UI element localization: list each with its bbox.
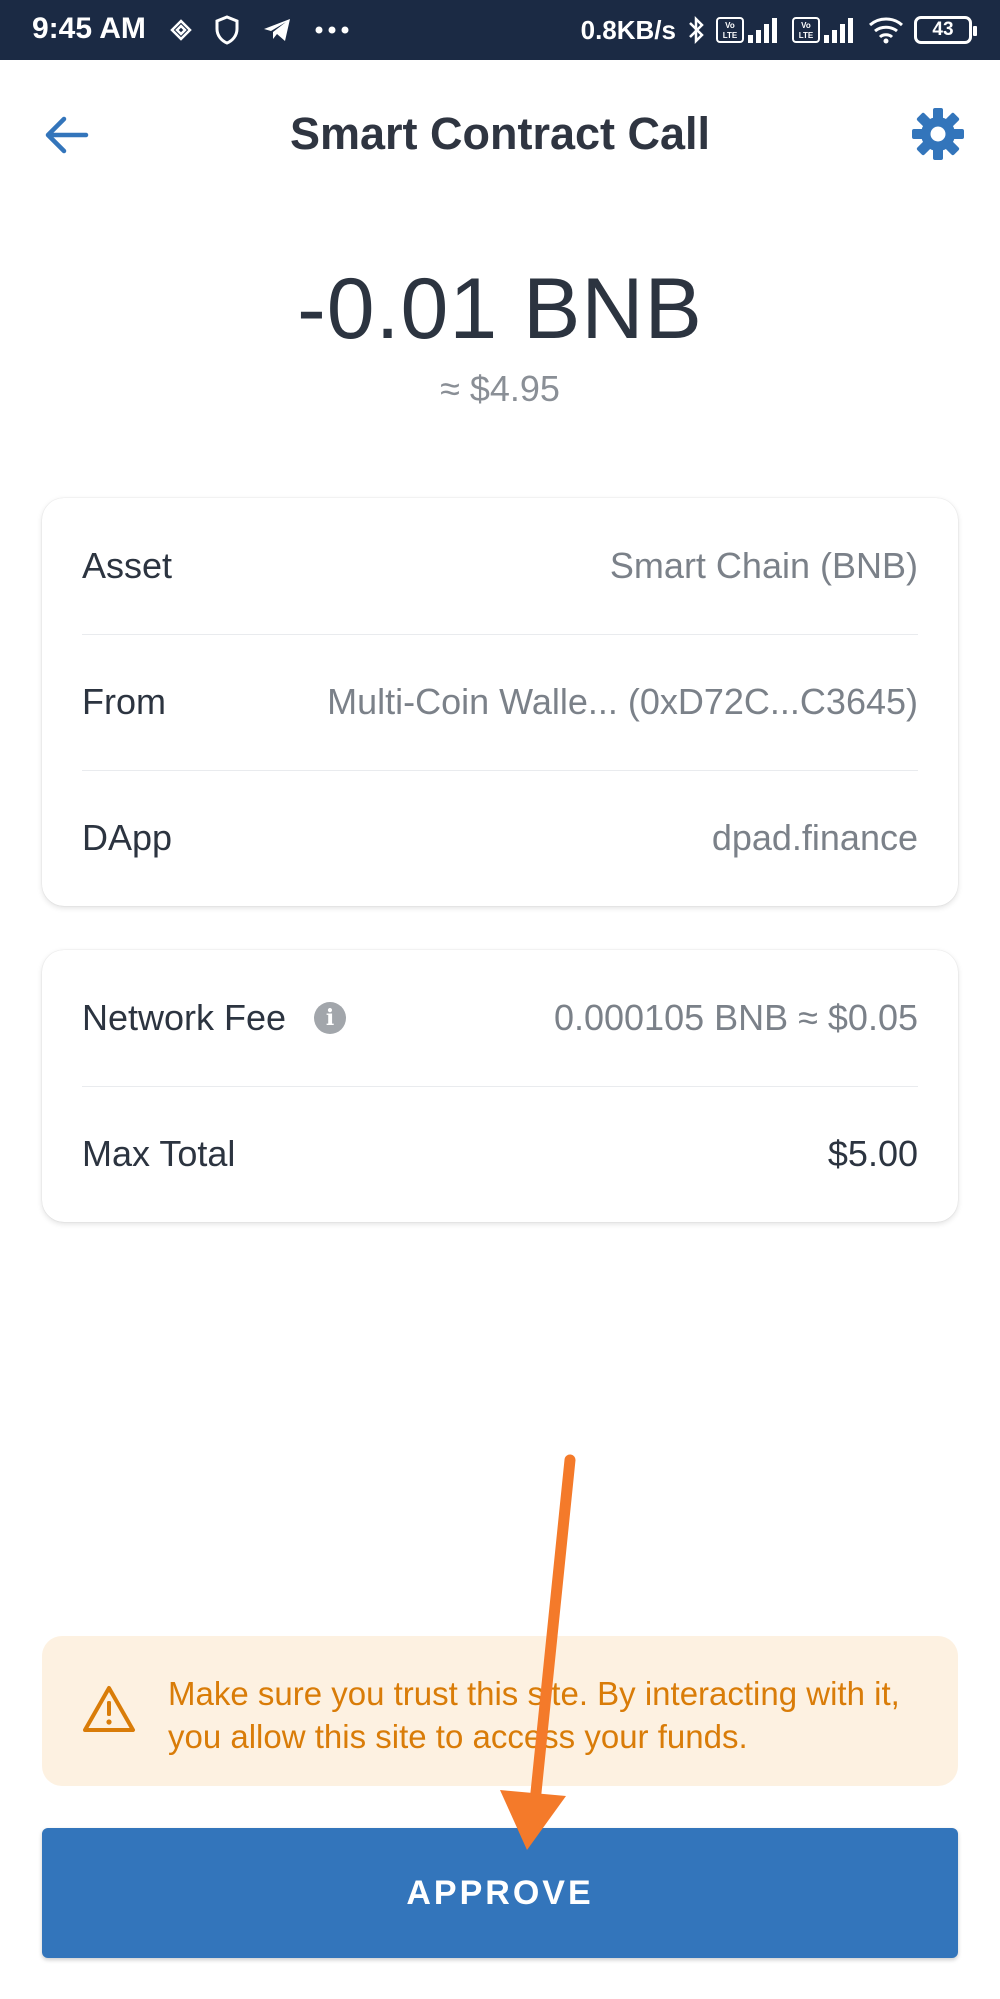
gear-icon[interactable] xyxy=(908,104,968,164)
fee-label: Network Fee i xyxy=(82,997,347,1039)
status-left-icons xyxy=(170,10,350,50)
shield-icon xyxy=(215,15,239,45)
trust-warning-banner: Make sure you trust this site. By intera… xyxy=(42,1636,958,1786)
fee-row-network-fee[interactable]: Network Fee i 0.000105 BNB ≈ $0.05 xyxy=(82,950,918,1086)
amount-fiat: ≈ $4.95 xyxy=(440,368,560,409)
detail-value: Multi-Coin Walle... (0xD72C...C3645) xyxy=(327,681,918,722)
detail-row-asset: Asset Smart Chain (BNB) xyxy=(82,498,918,634)
detail-value: Smart Chain (BNB) xyxy=(609,545,918,586)
fee-value: 0.000105 BNB ≈ $0.05 xyxy=(553,997,918,1038)
transaction-sheet: Smart Contract Call -0.01 BNB ≈ $4.95 As… xyxy=(0,60,1000,1999)
warning-text: Make sure you trust this site. By intera… xyxy=(168,1675,900,1755)
bluetooth-icon xyxy=(689,15,704,45)
status-time: 9:45 AM xyxy=(32,12,146,45)
svg-text:LTE: LTE xyxy=(799,31,814,40)
fee-label: Max Total xyxy=(82,1133,236,1174)
svg-text:Vo: Vo xyxy=(801,21,811,30)
wifi-icon xyxy=(869,17,903,44)
network-speed: 0.8KB/s xyxy=(580,14,676,45)
fee-row-max-total: Max Total $5.00 xyxy=(82,1086,918,1222)
detail-label: Asset xyxy=(82,545,173,586)
svg-text:LTE: LTE xyxy=(723,31,738,40)
binance-icon xyxy=(170,19,192,41)
fee-value: $5.00 xyxy=(827,1133,918,1174)
approve-button[interactable]: APPROVE xyxy=(42,1828,958,1958)
warning-triangle-icon xyxy=(83,1686,135,1732)
volte-signal-icon-2: VoLTE xyxy=(792,17,853,43)
amount-crypto: -0.01 BNB xyxy=(297,261,703,357)
battery-icon: 43 xyxy=(914,16,977,44)
detail-label: DApp xyxy=(82,817,173,858)
fees-card: Network Fee i 0.000105 BNB ≈ $0.05 Max T… xyxy=(42,950,958,1222)
more-dots-icon xyxy=(315,26,349,34)
volte-signal-icon: VoLTE xyxy=(716,17,777,43)
detail-row-from: From Multi-Coin Walle... (0xD72C...C3645… xyxy=(82,634,918,770)
details-card: Asset Smart Chain (BNB) From Multi-Coin … xyxy=(42,498,958,906)
network-fee-label: Network Fee xyxy=(82,997,287,1038)
status-right-icons: 0.8KB/s Vo LTE Vo LTE 43 xyxy=(580,10,977,50)
detail-value: dpad.finance xyxy=(711,817,918,858)
detail-row-dapp: DApp dpad.finance xyxy=(82,770,918,906)
status-bar: 9:45 AM 0.8KB/s Vo LTE Vo LTE 43 xyxy=(0,0,1000,60)
telegram-icon xyxy=(264,19,290,41)
info-icon[interactable]: i xyxy=(314,1002,347,1034)
page-title: Smart Contract Call xyxy=(289,108,711,159)
svg-text:Vo: Vo xyxy=(725,21,735,30)
detail-label: From xyxy=(82,681,166,722)
